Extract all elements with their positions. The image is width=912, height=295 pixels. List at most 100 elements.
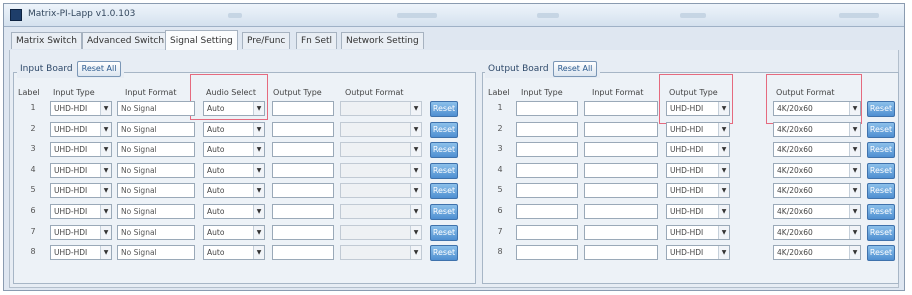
chevron-down-icon: ▼ bbox=[100, 246, 111, 259]
chevron-down-icon: ▼ bbox=[849, 184, 860, 197]
output-reset-all-button[interactable]: Reset All bbox=[552, 61, 598, 77]
audio-select[interactable]: Auto ▼ bbox=[203, 225, 265, 240]
output-format-select[interactable]: 4K/20x60 ▼ bbox=[773, 204, 861, 219]
output-input-format-field[interactable] bbox=[584, 101, 658, 116]
output-type-select[interactable]: UHD-HDI ▼ bbox=[666, 245, 730, 260]
input-type-select[interactable]: UHD-HDI ▼ bbox=[50, 225, 112, 240]
output-input-format-field[interactable] bbox=[584, 225, 658, 240]
output-format-select[interactable]: 4K/20x60 ▼ bbox=[773, 101, 861, 116]
output-reset-button[interactable]: Reset bbox=[867, 245, 895, 261]
input-reset-button[interactable]: Reset bbox=[430, 142, 458, 158]
input-type-select[interactable]: UHD-HDI ▼ bbox=[50, 245, 112, 260]
output-input-type-field[interactable] bbox=[516, 183, 578, 198]
output-format-select[interactable]: 4K/20x60 ▼ bbox=[773, 225, 861, 240]
titlebar-decoration bbox=[228, 13, 242, 18]
output-format-select[interactable]: 4K/20x60 ▼ bbox=[773, 122, 861, 137]
input-reset-button[interactable]: Reset bbox=[430, 245, 458, 261]
output-reset-button[interactable]: Reset bbox=[867, 101, 895, 117]
output-reset-button[interactable]: Reset bbox=[867, 142, 895, 158]
input-type-select-value: UHD-HDI bbox=[54, 166, 88, 175]
output-type-field[interactable] bbox=[272, 245, 334, 260]
output-type-select-value: UHD-HDI bbox=[670, 166, 704, 175]
output-reset-button[interactable]: Reset bbox=[867, 225, 895, 241]
audio-select[interactable]: Auto ▼ bbox=[203, 204, 265, 219]
output-input-type-field[interactable] bbox=[516, 204, 578, 219]
audio-select[interactable]: Auto ▼ bbox=[203, 122, 265, 137]
output-input-type-field[interactable] bbox=[516, 101, 578, 116]
chevron-down-icon: ▼ bbox=[410, 123, 421, 136]
output-input-format-field[interactable] bbox=[584, 142, 658, 157]
output-input-format-field[interactable] bbox=[584, 163, 658, 178]
output-input-type-field[interactable] bbox=[516, 245, 578, 260]
input-reset-button[interactable]: Reset bbox=[430, 204, 458, 220]
output-reset-button[interactable]: Reset bbox=[867, 183, 895, 199]
tab-network-setting[interactable]: Network Setting bbox=[341, 32, 424, 49]
chevron-down-icon: ▼ bbox=[410, 205, 421, 218]
input-type-select[interactable]: UHD-HDI ▼ bbox=[50, 204, 112, 219]
input-reset-button[interactable]: Reset bbox=[430, 122, 458, 138]
audio-select[interactable]: Auto ▼ bbox=[203, 142, 265, 157]
audio-select[interactable]: Auto ▼ bbox=[203, 101, 265, 116]
output-reset-button[interactable]: Reset bbox=[867, 122, 895, 138]
output-input-format-field[interactable] bbox=[584, 245, 658, 260]
input-type-select[interactable]: UHD-HDI ▼ bbox=[50, 122, 112, 137]
input-type-select[interactable]: UHD-HDI ▼ bbox=[50, 101, 112, 116]
input-reset-button[interactable]: Reset bbox=[430, 225, 458, 241]
output-header-label: Label bbox=[488, 88, 510, 97]
input-type-select[interactable]: UHD-HDI ▼ bbox=[50, 163, 112, 178]
tab-advanced-switch[interactable]: Advanced Switch bbox=[82, 32, 170, 49]
output-input-format-field[interactable] bbox=[584, 122, 658, 137]
output-type-select[interactable]: UHD-HDI ▼ bbox=[666, 225, 730, 240]
input-reset-button[interactable]: Reset bbox=[430, 101, 458, 117]
output-input-format-field[interactable] bbox=[584, 204, 658, 219]
output-reset-button[interactable]: Reset bbox=[867, 204, 895, 220]
output-type-select[interactable]: UHD-HDI ▼ bbox=[666, 122, 730, 137]
output-input-format-field[interactable] bbox=[584, 183, 658, 198]
output-format-select-value: 4K/20x60 bbox=[777, 166, 813, 175]
chevron-down-icon: ▼ bbox=[718, 143, 729, 156]
input-header-label: Label bbox=[18, 88, 40, 97]
input-reset-all-button[interactable]: Reset All bbox=[76, 61, 122, 77]
audio-select-value: Auto bbox=[207, 166, 225, 175]
output-type-field[interactable] bbox=[272, 183, 334, 198]
audio-select[interactable]: Auto ▼ bbox=[203, 163, 265, 178]
output-type-field[interactable] bbox=[272, 204, 334, 219]
audio-select[interactable]: Auto ▼ bbox=[203, 183, 265, 198]
chevron-down-icon: ▼ bbox=[100, 184, 111, 197]
output-header-input-format: Input Format bbox=[592, 88, 644, 97]
output-type-field[interactable] bbox=[272, 142, 334, 157]
output-input-type-field[interactable] bbox=[516, 225, 578, 240]
audio-select[interactable]: Auto ▼ bbox=[203, 245, 265, 260]
input-reset-button[interactable]: Reset bbox=[430, 183, 458, 199]
input-row-label: 6 bbox=[30, 206, 36, 215]
output-type-select[interactable]: UHD-HDI ▼ bbox=[666, 101, 730, 116]
output-input-type-field[interactable] bbox=[516, 163, 578, 178]
output-reset-button[interactable]: Reset bbox=[867, 163, 895, 179]
output-input-type-field[interactable] bbox=[516, 122, 578, 137]
output-type-select[interactable]: UHD-HDI ▼ bbox=[666, 183, 730, 198]
input-type-select-value: UHD-HDI bbox=[54, 207, 88, 216]
output-type-select[interactable]: UHD-HDI ▼ bbox=[666, 204, 730, 219]
tab-pre-func[interactable]: Pre/Func bbox=[242, 32, 291, 49]
output-type-select[interactable]: UHD-HDI ▼ bbox=[666, 163, 730, 178]
input-header-input-type: Input Type bbox=[53, 88, 95, 97]
tab-matrix-switch[interactable]: Matrix Switch bbox=[11, 32, 82, 49]
input-reset-button[interactable]: Reset bbox=[430, 163, 458, 179]
output-input-type-field[interactable] bbox=[516, 142, 578, 157]
output-format-select[interactable]: 4K/20x60 ▼ bbox=[773, 163, 861, 178]
output-format-select[interactable]: 4K/20x60 ▼ bbox=[773, 142, 861, 157]
output-type-field[interactable] bbox=[272, 101, 334, 116]
output-type-field[interactable] bbox=[272, 163, 334, 178]
output-format-select[interactable]: 4K/20x60 ▼ bbox=[773, 245, 861, 260]
input-type-select[interactable]: UHD-HDI ▼ bbox=[50, 142, 112, 157]
chevron-down-icon: ▼ bbox=[100, 205, 111, 218]
input-type-select[interactable]: UHD-HDI ▼ bbox=[50, 183, 112, 198]
output-type-select[interactable]: UHD-HDI ▼ bbox=[666, 142, 730, 157]
chevron-down-icon: ▼ bbox=[253, 102, 264, 115]
tab-signal-setting[interactable]: Signal Setting bbox=[165, 30, 238, 50]
output-type-field[interactable] bbox=[272, 122, 334, 137]
output-format-select[interactable]: 4K/20x60 ▼ bbox=[773, 183, 861, 198]
output-type-field[interactable] bbox=[272, 225, 334, 240]
tab-fn-setl[interactable]: Fn Setl bbox=[296, 32, 338, 49]
input-header-input-format: Input Format bbox=[125, 88, 177, 97]
